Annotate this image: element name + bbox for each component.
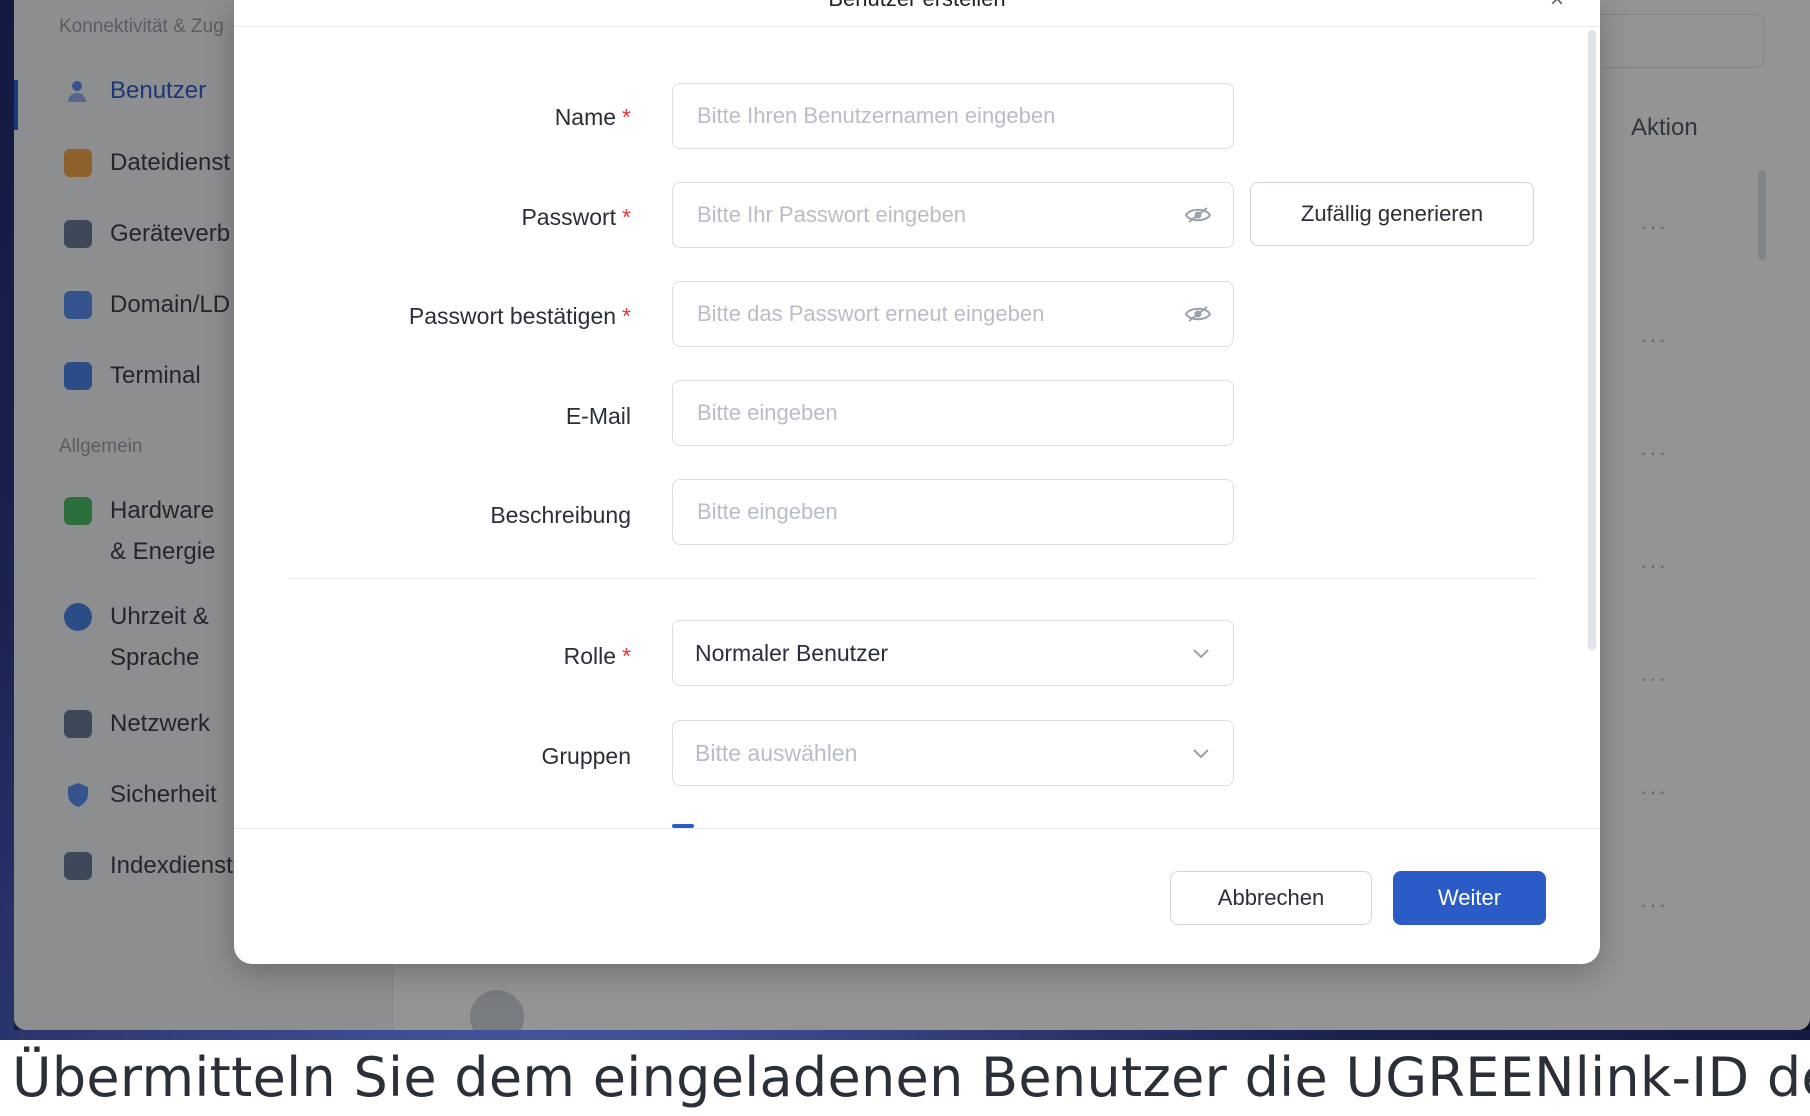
name-field[interactable] <box>672 83 1234 149</box>
next-button[interactable]: Weiter <box>1393 871 1546 925</box>
label-text: E-Mail <box>565 403 631 429</box>
email-field[interactable] <box>672 380 1234 446</box>
description-field[interactable] <box>672 479 1234 545</box>
dialog-title: Benutzer erstellen <box>234 0 1600 12</box>
label-text: Name <box>554 104 617 130</box>
eye-icon[interactable] <box>1185 305 1211 323</box>
password-label: Passwort * <box>234 204 631 231</box>
groups-select[interactable]: Bitte auswählen <box>672 720 1234 786</box>
role-select[interactable]: Normaler Benutzer <box>672 620 1234 686</box>
label-text: Beschreibung <box>490 502 631 528</box>
label-text: Passwort bestätigen <box>408 303 617 329</box>
name-input[interactable] <box>695 83 1211 149</box>
chevron-down-icon[interactable] <box>1191 743 1211 763</box>
name-label: Name * <box>234 104 631 131</box>
description-label: Beschreibung <box>234 502 631 529</box>
label-text: Gruppen <box>541 743 631 769</box>
role-label: Rolle * <box>234 643 631 670</box>
password-confirm-field[interactable] <box>672 281 1234 347</box>
role-value: Normaler Benutzer <box>695 639 889 666</box>
password-field[interactable] <box>672 182 1234 248</box>
dialog-header: Benutzer erstellen × <box>234 0 1600 27</box>
label-text: Passwort <box>521 204 617 230</box>
label-text: Rolle <box>563 643 617 669</box>
email-input[interactable] <box>695 380 1211 446</box>
required-mark: * <box>622 204 631 230</box>
generate-password-button[interactable]: Zufällig generieren <box>1250 182 1534 246</box>
required-mark: * <box>622 643 631 669</box>
groups-placeholder: Bitte auswählen <box>695 739 858 766</box>
email-label: E-Mail <box>234 403 631 430</box>
required-mark: * <box>622 104 631 130</box>
dialog-scrollbar[interactable] <box>1588 30 1596 650</box>
cancel-button[interactable]: Abbrechen <box>1170 871 1372 925</box>
close-icon[interactable]: × <box>1550 0 1564 14</box>
chevron-down-icon[interactable] <box>1191 643 1211 663</box>
eye-icon[interactable] <box>1185 206 1211 224</box>
caption-text: Übermitteln Sie dem eingeladenen Benutze… <box>12 1046 1810 1109</box>
password-confirm-input[interactable] <box>695 281 1185 347</box>
password-input[interactable] <box>695 182 1185 248</box>
required-mark: * <box>622 303 631 329</box>
section-divider <box>289 578 1537 579</box>
description-input[interactable] <box>695 479 1211 545</box>
footer-divider <box>234 828 1600 829</box>
groups-label: Gruppen <box>234 743 631 770</box>
create-user-dialog: Benutzer erstellen × Name* Passwort* Zuf… <box>234 0 1600 964</box>
password-confirm-label: Passwort bestätigen * <box>234 303 631 330</box>
